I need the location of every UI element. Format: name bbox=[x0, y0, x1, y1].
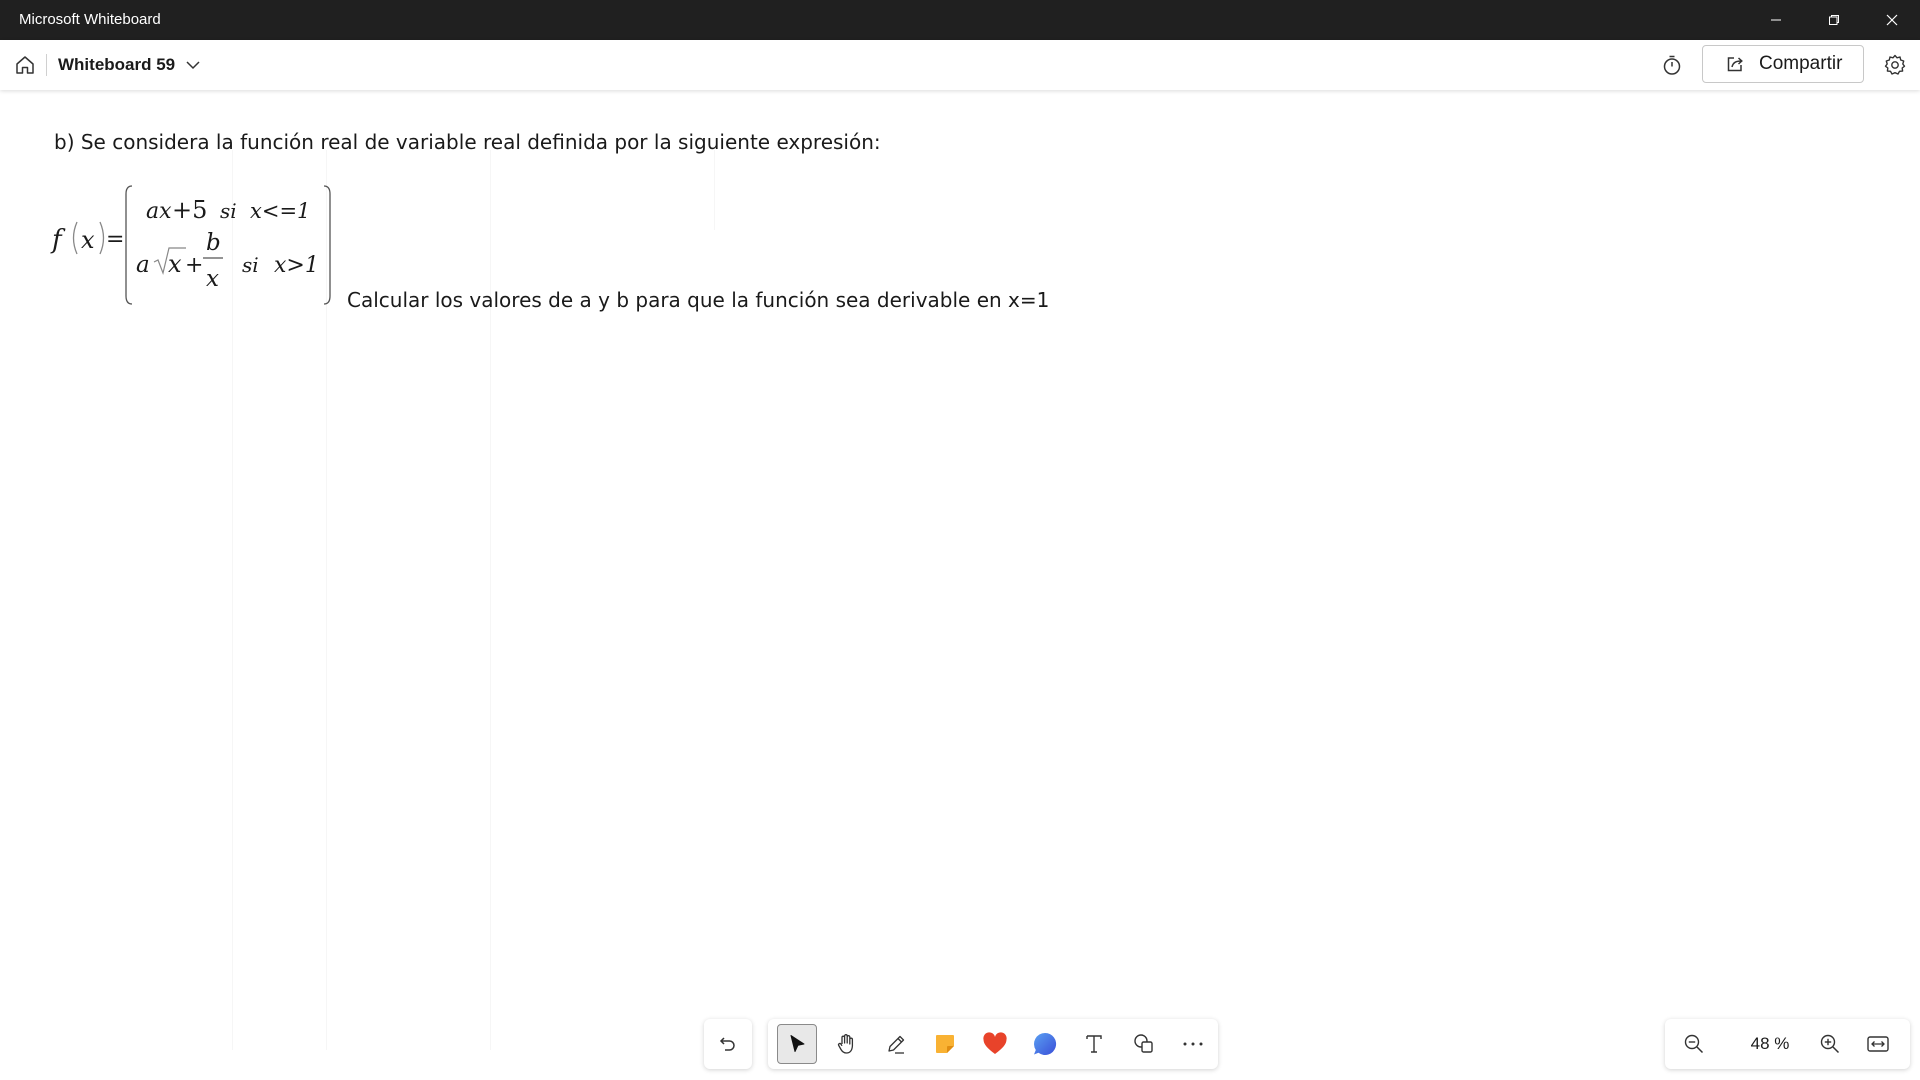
question-statement[interactable]: Calcular los valores de a y b para que l… bbox=[347, 288, 1049, 312]
canvas-guide-line bbox=[714, 150, 715, 230]
close-icon bbox=[1886, 14, 1898, 26]
canvas-guide-line bbox=[490, 150, 491, 1050]
undo-icon bbox=[719, 1037, 735, 1051]
text-tool[interactable] bbox=[1074, 1024, 1114, 1064]
minimize-icon bbox=[1771, 19, 1781, 21]
zoom-toolbar: 48 % bbox=[1665, 1019, 1910, 1069]
formula-paren-right bbox=[99, 221, 105, 255]
formula-f: f bbox=[50, 225, 66, 255]
sticky-note-icon bbox=[936, 1035, 955, 1053]
home-button[interactable] bbox=[10, 50, 40, 80]
timer-button[interactable] bbox=[1657, 50, 1687, 80]
formula-right-bracket bbox=[323, 185, 331, 305]
whiteboard-canvas[interactable]: b) Se considera la función real de varia… bbox=[0, 90, 1920, 1080]
formula-fraction-denominator: x bbox=[206, 266, 219, 292]
zoom-level[interactable]: 48 % bbox=[1735, 1034, 1805, 1054]
formula-fraction-numerator: b bbox=[206, 230, 221, 256]
formula-case2-x: x bbox=[168, 250, 182, 278]
timer-icon bbox=[1663, 55, 1681, 75]
problem-statement[interactable]: b) Se considera la función real de varia… bbox=[54, 130, 881, 154]
comment-tool[interactable] bbox=[1025, 1024, 1065, 1064]
pen-icon bbox=[888, 1035, 905, 1054]
restore-button[interactable] bbox=[1806, 0, 1862, 40]
zoom-in-button[interactable] bbox=[1815, 1029, 1845, 1059]
pointer-icon bbox=[790, 1035, 805, 1052]
whiteboard-app: Microsoft Whiteboard Whiteboard 59 Compa… bbox=[0, 0, 1920, 1080]
text-icon bbox=[1086, 1035, 1102, 1053]
heart-icon bbox=[983, 1032, 1007, 1054]
board-title: Whiteboard 59 bbox=[58, 55, 176, 74]
formula-case1-plus5: +5 bbox=[172, 196, 207, 224]
home-icon bbox=[16, 56, 34, 74]
pan-tool[interactable] bbox=[827, 1024, 867, 1064]
formula-case2-plus: + bbox=[185, 253, 203, 278]
formula-case1-ax: ax bbox=[146, 199, 172, 224]
settings-button[interactable] bbox=[1880, 50, 1910, 80]
fit-screen-icon bbox=[1867, 1036, 1889, 1052]
minimize-button[interactable] bbox=[1748, 0, 1804, 40]
app-title: Microsoft Whiteboard bbox=[19, 11, 161, 28]
tools-toolbar bbox=[768, 1019, 1218, 1069]
share-button[interactable]: Compartir bbox=[1702, 45, 1864, 83]
piecewise-formula[interactable]: f x = ax +5 si x<=1 a x + b x si x>1 bbox=[50, 180, 340, 310]
shapes-icon bbox=[1133, 1034, 1153, 1053]
formula-paren-left bbox=[72, 221, 78, 255]
board-title-menu[interactable]: Whiteboard 59 bbox=[58, 50, 201, 80]
share-label: Compartir bbox=[1759, 53, 1843, 74]
formula-case1-si: si bbox=[220, 199, 237, 223]
comment-icon bbox=[1033, 1032, 1056, 1055]
restore-icon bbox=[1829, 15, 1839, 25]
close-button[interactable] bbox=[1864, 0, 1920, 40]
formula-x: x bbox=[81, 226, 95, 254]
chevron-down-icon bbox=[185, 60, 201, 70]
header-divider bbox=[46, 54, 47, 76]
more-tool[interactable] bbox=[1173, 1024, 1213, 1064]
title-bar: Microsoft Whiteboard bbox=[0, 0, 1920, 40]
header-bar: Whiteboard 59 Compartir bbox=[0, 40, 1920, 90]
formula-case2-condition: x>1 bbox=[274, 253, 319, 278]
hand-icon bbox=[838, 1034, 854, 1054]
fit-screen-button[interactable] bbox=[1861, 1029, 1895, 1059]
pen-tool[interactable] bbox=[876, 1024, 916, 1064]
undo-button[interactable] bbox=[704, 1019, 752, 1069]
formula-left-bracket bbox=[125, 185, 133, 305]
formula-case1-condition: x<=1 bbox=[250, 199, 310, 223]
sticky-note-tool[interactable] bbox=[926, 1024, 966, 1064]
more-icon bbox=[1183, 1042, 1203, 1046]
formula-case2-si: si bbox=[242, 253, 259, 277]
shapes-tool[interactable] bbox=[1124, 1024, 1164, 1064]
share-icon bbox=[1725, 54, 1745, 74]
gear-icon bbox=[1884, 54, 1906, 75]
zoom-out-icon bbox=[1684, 1034, 1704, 1054]
reactions-tool[interactable] bbox=[975, 1024, 1015, 1064]
zoom-out-button[interactable] bbox=[1679, 1029, 1709, 1059]
zoom-in-icon bbox=[1820, 1034, 1840, 1054]
select-tool[interactable] bbox=[777, 1024, 817, 1064]
formula-equals: = bbox=[106, 227, 124, 252]
formula-case2-a: a bbox=[136, 252, 150, 278]
